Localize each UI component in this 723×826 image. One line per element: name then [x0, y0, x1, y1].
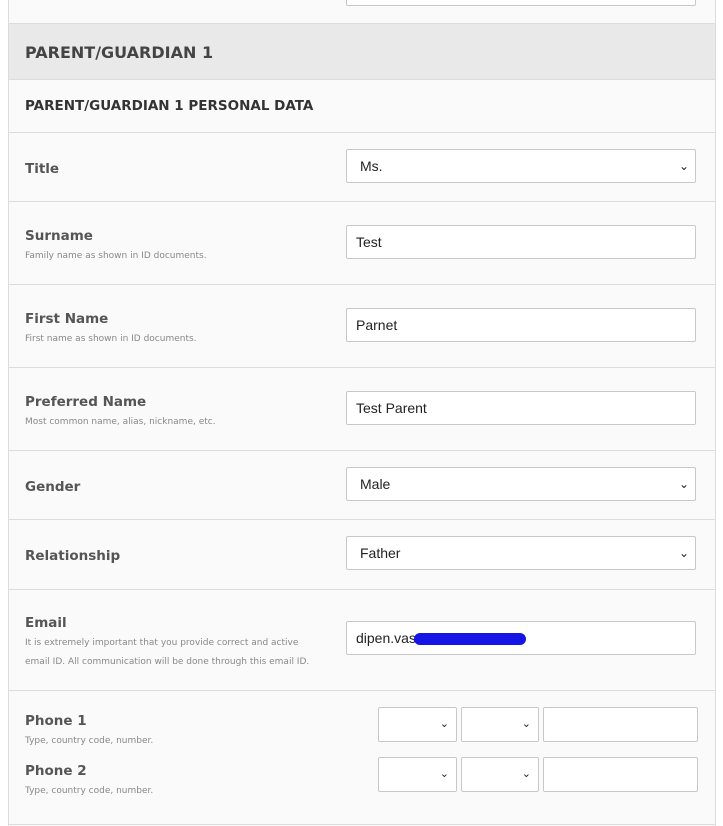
chevron-down-icon: ⌄ [439, 767, 449, 780]
gender-row: Gender Male ⌄ [9, 451, 715, 520]
section-title: PARENT/GUARDIAN 1 [25, 43, 214, 62]
preferred-name-input[interactable]: Test Parent [346, 391, 696, 425]
email-hint-line-1: It is extremely important that you provi… [25, 638, 299, 648]
relationship-value: Father [360, 545, 401, 561]
first-name-row: First Name First name as shown in ID doc… [9, 285, 715, 368]
subsection-header: PARENT/GUARDIAN 1 PERSONAL DATA [9, 80, 715, 133]
gender-label: Gender [25, 479, 81, 495]
title-value: Ms. [360, 158, 383, 174]
previous-field-input[interactable] [346, 0, 696, 6]
first-name-label: First Name [25, 311, 109, 327]
relationship-select[interactable]: Father ⌄ [346, 536, 696, 570]
phone1-number-input[interactable] [543, 707, 698, 742]
surname-hint: Family name as shown in ID documents. [25, 251, 207, 261]
preferred-name-hint: Most common name, alias, nickname, etc. [25, 417, 216, 427]
chevron-down-icon: ⌄ [521, 767, 531, 780]
phone2-label: Phone 2 [25, 763, 87, 779]
phones-row: Phone 1 Type, country code, number. ⌄ ⌄ … [9, 691, 715, 825]
chevron-down-icon: ⌄ [678, 159, 689, 173]
first-name-hint: First name as shown in ID documents. [25, 334, 197, 344]
title-row: Title Ms. ⌄ [9, 133, 715, 202]
form-panel: PARENT/GUARDIAN 1 PARENT/GUARDIAN 1 PERS… [8, 0, 716, 826]
chevron-down-icon: ⌄ [678, 546, 689, 560]
phone2-hint: Type, country code, number. [25, 786, 154, 796]
phone2-number-input[interactable] [543, 757, 698, 792]
section-header: PARENT/GUARDIAN 1 [9, 24, 715, 80]
title-select[interactable]: Ms. ⌄ [346, 149, 696, 183]
phone1-type-select[interactable]: ⌄ [378, 707, 457, 742]
gender-select[interactable]: Male ⌄ [346, 467, 696, 501]
surname-label: Surname [25, 228, 93, 244]
phone1-country-select[interactable]: ⌄ [461, 707, 539, 742]
preferred-name-label: Preferred Name [25, 394, 147, 410]
title-label: Title [25, 161, 60, 177]
preferred-name-row: Preferred Name Most common name, alias, … [9, 368, 715, 451]
surname-input[interactable]: Test [346, 225, 696, 259]
redaction-scribble [413, 633, 526, 646]
email-hint-line-2: email ID. All communication will be done… [25, 657, 310, 667]
email-input[interactable]: dipen.vas [346, 621, 696, 655]
relationship-row: Relationship Father ⌄ [9, 520, 715, 590]
phone2-country-select[interactable]: ⌄ [461, 757, 539, 792]
chevron-down-icon: ⌄ [439, 717, 449, 730]
email-label: Email [25, 615, 67, 631]
phone1-hint: Type, country code, number. [25, 736, 154, 746]
relationship-label: Relationship [25, 548, 121, 564]
previous-field-row [9, 0, 715, 24]
email-value: dipen.vas [356, 630, 416, 646]
chevron-down-icon: ⌄ [678, 477, 689, 491]
chevron-down-icon: ⌄ [521, 717, 531, 730]
email-row: Email It is extremely important that you… [9, 590, 715, 691]
phone1-label: Phone 1 [25, 713, 87, 729]
gender-value: Male [360, 476, 391, 492]
surname-row: Surname Family name as shown in ID docum… [9, 202, 715, 285]
first-name-input[interactable]: Parnet [346, 308, 696, 342]
subsection-title: PARENT/GUARDIAN 1 PERSONAL DATA [25, 98, 314, 114]
phone2-type-select[interactable]: ⌄ [378, 757, 457, 792]
